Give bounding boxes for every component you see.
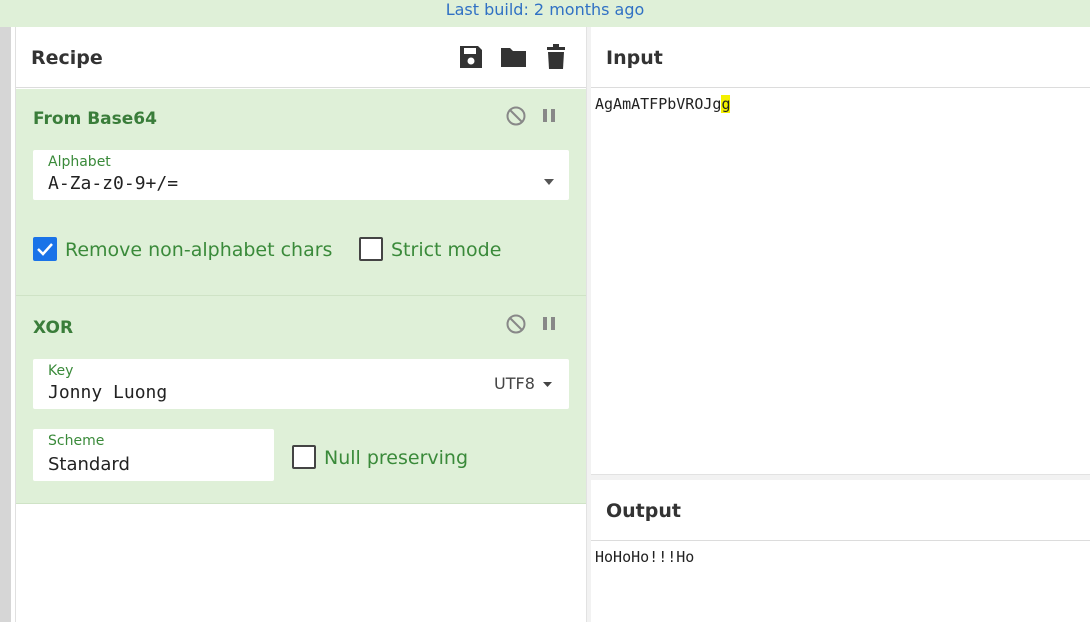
recipe-header: Recipe [16,27,586,88]
key-value: Jonny Luong [48,382,168,403]
output-header: Output [591,480,1090,541]
op-from-base64: From Base64 Alphabet A-Za-z0-9+/= Remove… [16,89,587,296]
recipe-panel: Recipe From Base64 Alphabet A-Za-z0-9+/= [15,27,587,622]
pause-icon[interactable] [542,107,556,129]
op-title-from-base64: From Base64 [33,109,157,129]
null-preserving-checkbox[interactable] [292,445,316,469]
op-xor: XOR Key Jonny Luong UTF8 Scheme Standard… [16,296,587,504]
scheme-field[interactable]: Scheme Standard [33,429,274,481]
output-text-area[interactable]: HoHoHo!!!Ho [595,548,694,566]
chevron-down-icon[interactable] [544,170,554,189]
alphabet-label: Alphabet [48,154,111,170]
op-title-xor: XOR [33,318,74,338]
input-text: AgAmATFPbVROJg [595,95,722,113]
left-resize-strip[interactable] [0,27,11,622]
disable-icon[interactable] [505,313,527,339]
recipe-title: Recipe [31,47,103,69]
input-title: Input [606,47,663,69]
last-build-banner: Last build: 2 months ago [0,0,1090,27]
scheme-label: Scheme [48,433,105,449]
input-text-area[interactable]: AgAmATFPbVROJgg [595,95,731,113]
key-label: Key [48,363,74,379]
scheme-value: Standard [48,454,130,475]
key-encoding-dropdown[interactable]: UTF8 [494,374,552,393]
folder-icon[interactable] [500,44,526,70]
alphabet-value: A-Za-z0-9+/= [48,173,179,194]
output-text: HoHoHo!!!Ho [595,548,695,566]
strict-mode-checkbox[interactable] [359,237,383,261]
disable-icon[interactable] [505,105,527,131]
input-header: Input [591,27,1090,88]
key-field[interactable]: Key Jonny Luong UTF8 [33,359,569,409]
input-highlight: g [721,95,731,113]
output-title: Output [606,500,681,522]
remove-nonalpha-checkbox[interactable] [33,237,57,261]
null-preserving-label: Null preserving [324,447,469,469]
trash-icon[interactable] [545,44,571,70]
chevron-down-icon [542,382,552,387]
key-encoding-value: UTF8 [494,374,535,393]
remove-nonalpha-label: Remove non-alphabet chars [65,239,333,261]
pause-icon[interactable] [542,315,556,337]
save-icon[interactable] [458,44,484,70]
strict-mode-label: Strict mode [391,239,502,261]
alphabet-field[interactable]: Alphabet A-Za-z0-9+/= [33,150,569,200]
last-build-text: Last build: 2 months ago [445,0,645,19]
